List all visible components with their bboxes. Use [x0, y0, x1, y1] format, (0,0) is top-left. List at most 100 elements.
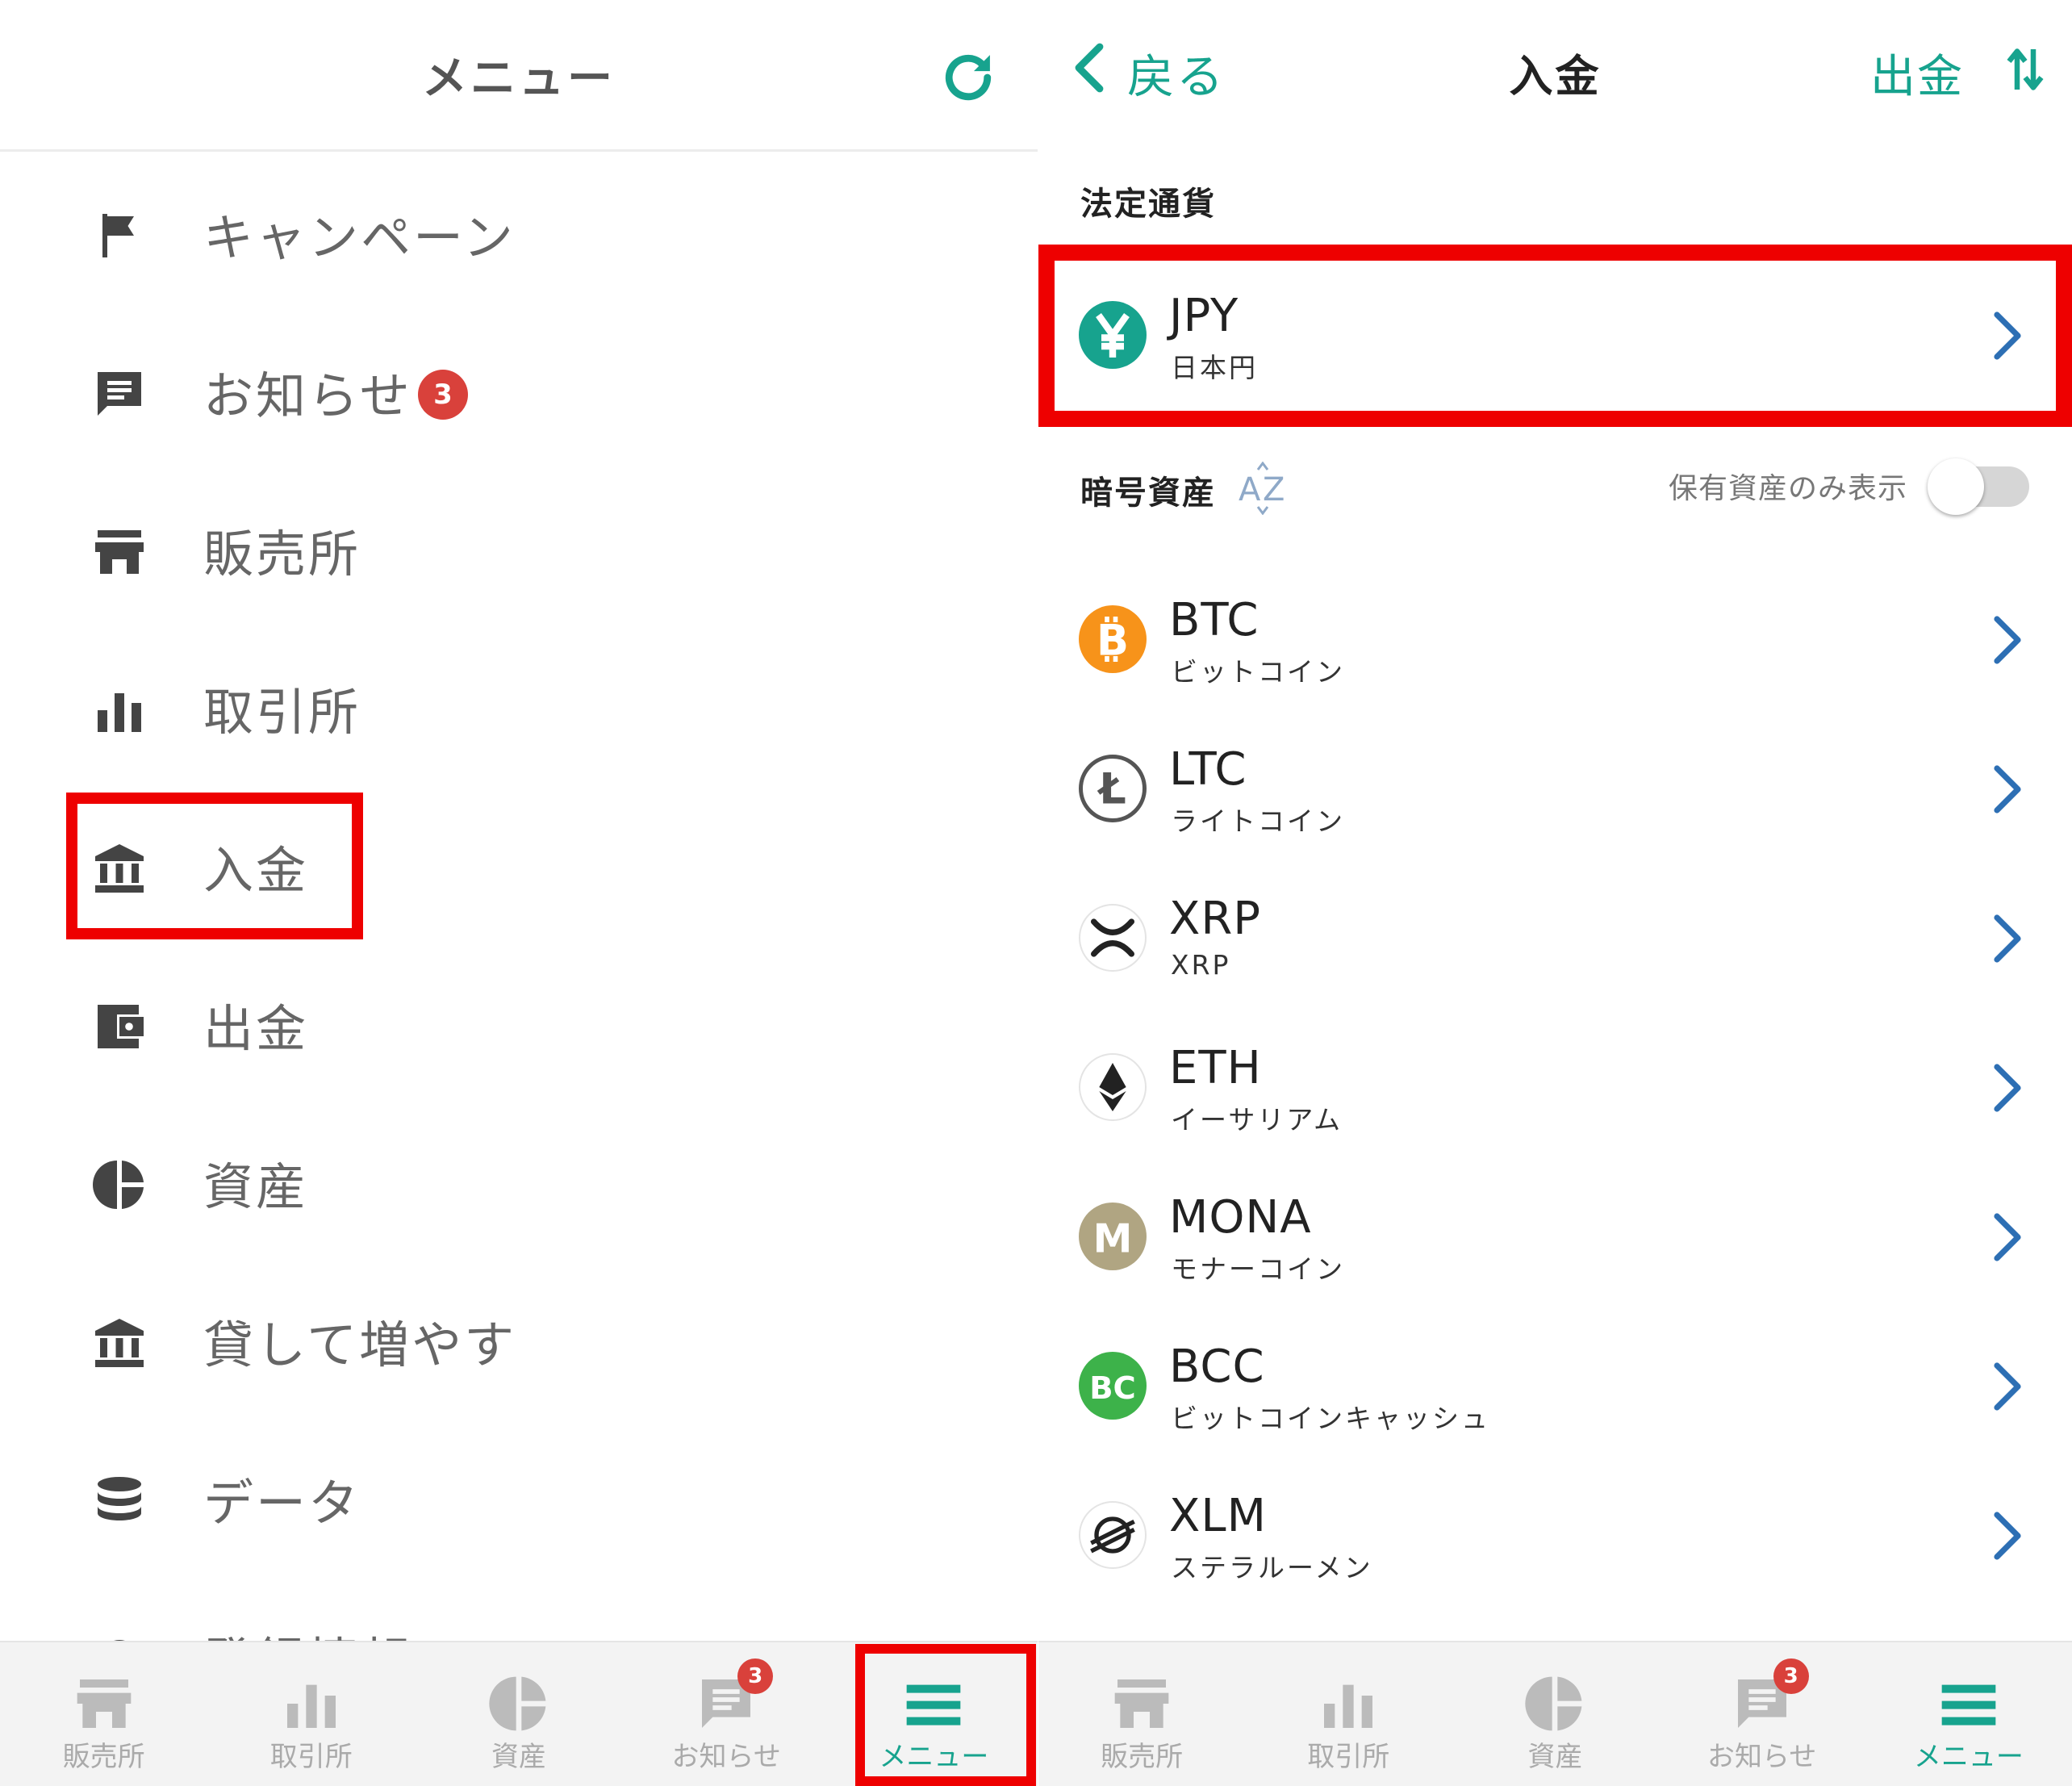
store-icon [95, 530, 144, 574]
coin-name: ビットコインキャッシュ [1171, 1403, 1490, 1434]
coin-symbol: XRP [1169, 893, 1262, 945]
database-icon [98, 1477, 141, 1520]
menu-item-data[interactable]: データ [0, 1417, 1038, 1575]
coin-name: ビットコイン [1171, 656, 1345, 688]
chevron-right-icon [1994, 914, 2021, 963]
tab-label: 販売所 [62, 1741, 145, 1773]
pie-chart-icon [489, 1676, 546, 1731]
coin-symbol: BCC [1169, 1341, 1265, 1393]
coin-name: イーサリアム [1171, 1104, 1343, 1136]
menu-item-campaign[interactable]: キャンペーン [0, 152, 1038, 310]
menu-item-assets[interactable]: 資産 [0, 1101, 1038, 1259]
crypto-section-header: 暗号資産 [1080, 475, 1216, 512]
tab-label: メニュー [1913, 1741, 2024, 1773]
coin-symbol: BTC [1169, 594, 1259, 646]
tab-label: 販売所 [1101, 1741, 1184, 1773]
menu-item-lending[interactable]: 貸して増やす [0, 1259, 1038, 1417]
menu-panel: メニュー キャンペーン お知らせ 3 販売所 取引所 入金 出金 資産 貸して増… [0, 0, 1038, 1786]
coin-name: モナーコイン [1171, 1253, 1345, 1285]
list-item-bcc[interactable]: BC BCC ビットコインキャッシュ [1038, 1311, 2072, 1462]
tab-notifications[interactable]: 3 お知らせ [623, 1642, 830, 1786]
tab-store[interactable]: 販売所 [1038, 1642, 1245, 1786]
eth-icon [1079, 1053, 1147, 1121]
menu-item-withdraw[interactable]: 出金 [0, 943, 1038, 1101]
page-title: メニュー [422, 52, 616, 105]
chevron-right-icon [1994, 616, 2021, 664]
chevron-right-icon [1994, 765, 2021, 814]
svg-text:B: B [1097, 616, 1129, 665]
bar-chart-icon [1324, 1684, 1373, 1728]
menu-item-label: 資産 [203, 1157, 309, 1216]
list-item-btc[interactable]: B BTC ビットコイン [1038, 565, 2072, 715]
menu-item-store[interactable]: 販売所 [0, 468, 1038, 626]
menu-item-label: 取引所 [203, 683, 361, 742]
svg-text:Z: Z [1263, 471, 1285, 508]
coin-name: ステラルーメン [1171, 1552, 1373, 1583]
tab-assets[interactable]: 資産 [1452, 1642, 1658, 1786]
menu-item-label: キャンペーン [203, 208, 516, 267]
svg-text:Ł: Ł [1097, 765, 1126, 814]
mona-icon: M [1079, 1203, 1147, 1270]
tab-label: お知らせ [671, 1741, 781, 1773]
bar-chart-icon [286, 1684, 336, 1728]
notification-badge: 3 [1773, 1658, 1809, 1694]
withdraw-button[interactable]: 出金 [1870, 40, 2048, 105]
fiat-section-header: 法定通貨 [1080, 186, 1216, 223]
menu-item-label: お知らせ [203, 366, 412, 425]
az-sort-icon[interactable]: A Z [1237, 462, 1292, 515]
tab-label: 取引所 [269, 1741, 353, 1773]
store-icon [77, 1679, 131, 1728]
notification-badge: 3 [737, 1658, 774, 1694]
menu-item-label: 出金 [203, 999, 309, 1058]
tab-label: 資産 [491, 1741, 546, 1773]
menu-item-notifications[interactable]: お知らせ 3 [0, 310, 1038, 468]
toggle-knob [1928, 458, 1984, 515]
chevron-right-icon [1994, 1512, 2021, 1560]
menu-item-label: データ [203, 1474, 361, 1533]
bottom-tab-bar: 販売所 取引所 資産 3 お知らせ メニュー [1038, 1641, 2072, 1786]
tab-exchange[interactable]: 取引所 [1245, 1642, 1452, 1786]
tab-menu[interactable]: メニュー [1865, 1642, 2072, 1786]
tab-label: 取引所 [1307, 1741, 1390, 1773]
svg-text:A: A [1239, 471, 1261, 508]
refresh-icon[interactable] [938, 47, 999, 108]
chevron-right-icon [1994, 1064, 2021, 1112]
chevron-right-icon [1994, 1362, 2021, 1411]
bank-icon [95, 1319, 144, 1367]
highlight-frame [855, 1644, 1036, 1786]
btc-icon: B [1079, 605, 1147, 673]
menu-header: メニュー [0, 0, 1038, 152]
store-icon [1114, 1679, 1169, 1728]
message-icon [98, 372, 141, 416]
tab-notifications[interactable]: 3 お知らせ [1659, 1642, 1865, 1786]
holdings-only-toggle[interactable] [1928, 458, 2029, 515]
list-item-eth[interactable]: ETH イーサリアム [1038, 1013, 2072, 1163]
tab-store[interactable]: 販売所 [0, 1642, 207, 1786]
tab-exchange[interactable]: 取引所 [207, 1642, 415, 1786]
list-item-xrp[interactable]: XRP XRP [1038, 864, 2072, 1014]
highlight-frame [66, 793, 363, 939]
menu-item-label: 貸して増やす [203, 1315, 517, 1374]
holdings-only-label: 保有資産のみ表示 [1668, 472, 1907, 505]
list-item-mona[interactable]: M MONA モナーコイン [1038, 1162, 2072, 1312]
flag-icon [102, 214, 134, 257]
coin-name: ライトコイン [1171, 805, 1345, 837]
svg-text:M: M [1093, 1215, 1133, 1261]
swap-arrows-icon [2007, 48, 2044, 90]
coin-name: XRP [1171, 949, 1231, 981]
xlm-icon [1079, 1501, 1147, 1569]
chevron-right-icon [1994, 1213, 2021, 1261]
svg-text:BC: BC [1089, 1370, 1136, 1407]
coin-symbol: ETH [1169, 1042, 1262, 1094]
pie-chart-icon [93, 1161, 144, 1209]
list-item-ltc[interactable]: Ł LTC ライトコイン [1038, 714, 2072, 864]
menu-item-exchange[interactable]: 取引所 [0, 626, 1038, 784]
notification-badge: 3 [418, 370, 468, 420]
tab-assets[interactable]: 資産 [415, 1642, 622, 1786]
menu-item-label: 販売所 [203, 525, 361, 583]
highlight-frame [1038, 245, 2072, 427]
wallet-icon [98, 1005, 144, 1048]
list-item-xlm[interactable]: XLM ステラルーメン [1038, 1461, 2072, 1611]
xrp-icon [1079, 904, 1147, 972]
withdraw-label: 出金 [1870, 51, 1964, 103]
